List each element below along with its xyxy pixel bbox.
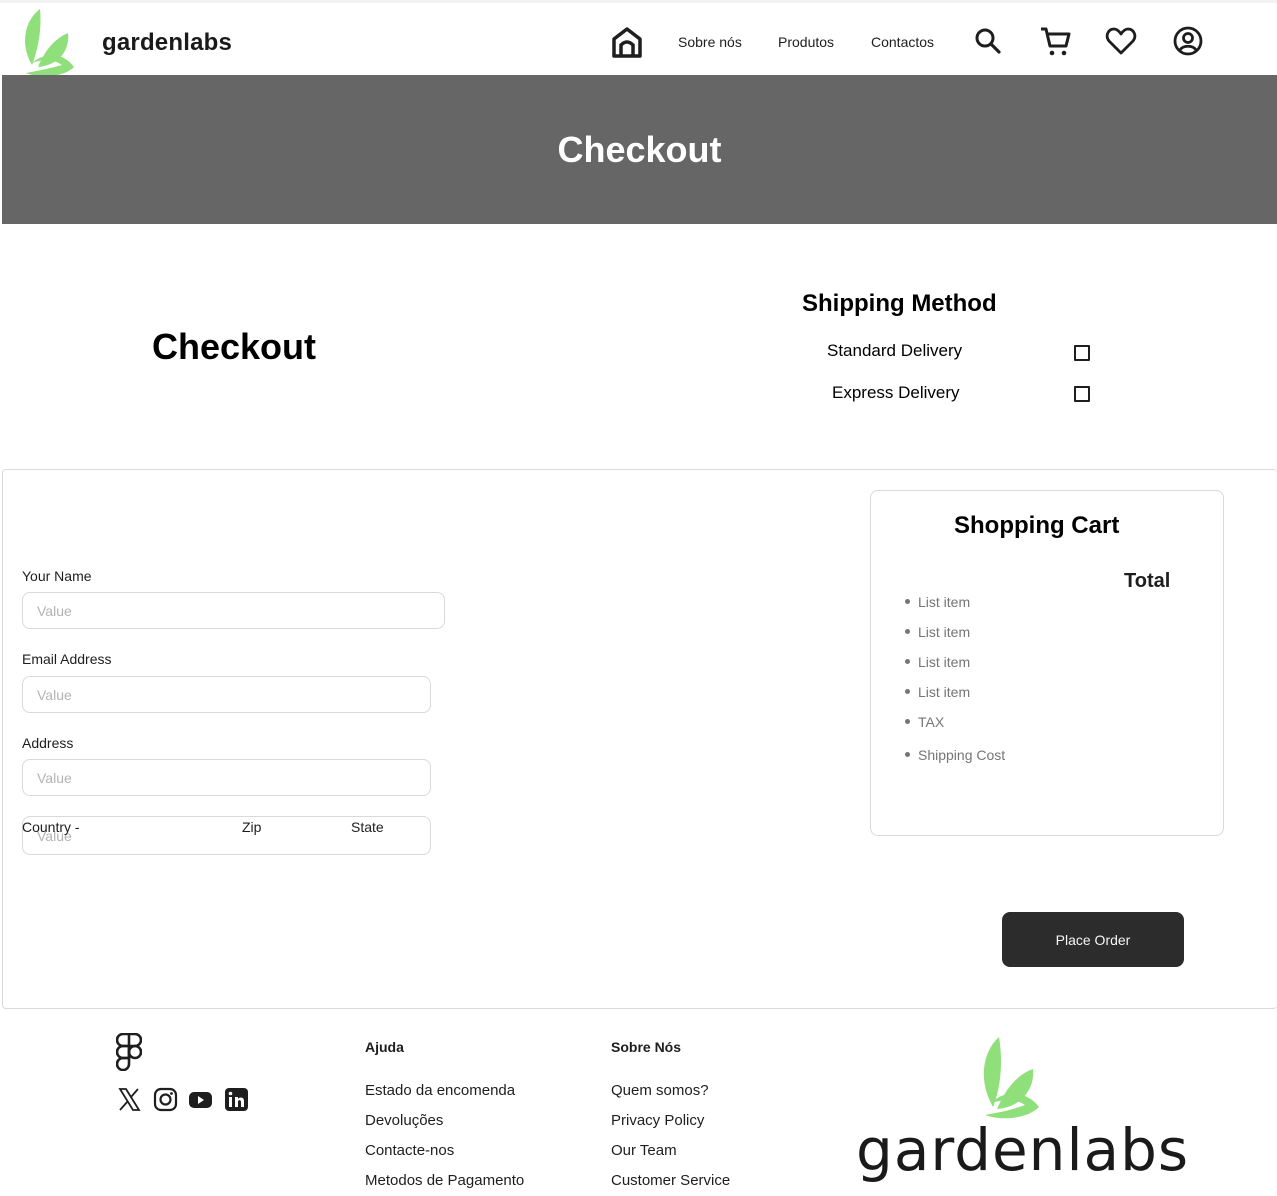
express-delivery-label: Express Delivery xyxy=(832,383,960,402)
footer-link-returns[interactable]: Devoluções xyxy=(365,1112,443,1129)
figma-icon xyxy=(116,1033,142,1071)
footer-link-contact[interactable]: Contacte-nos xyxy=(365,1142,454,1159)
footer-link-order-status[interactable]: Estado da encomenda xyxy=(365,1082,515,1099)
cart-item-label: List item xyxy=(918,594,971,610)
cart-item-label: List item xyxy=(918,654,971,670)
nav-produtos[interactable]: Produtos xyxy=(778,34,834,50)
account-icon[interactable] xyxy=(1172,25,1204,57)
cart-list-item: TAX xyxy=(905,714,944,730)
footer-link-payment-methods[interactable]: Metodos de Pagamento xyxy=(365,1172,524,1189)
nav-sobre-nos[interactable]: Sobre nós xyxy=(678,34,742,50)
footer-link-our-team[interactable]: Our Team xyxy=(611,1142,677,1159)
footer-link-customer-service[interactable]: Customer Service xyxy=(611,1172,730,1189)
cart-list-item: Shipping Cost xyxy=(905,747,1005,763)
shopping-cart-title: Shopping Cart xyxy=(954,512,1120,539)
linkedin-icon[interactable] xyxy=(224,1087,249,1112)
cart-list-item: List item xyxy=(905,684,970,700)
bullet-icon xyxy=(905,751,910,757)
name-input[interactable] xyxy=(22,592,445,629)
footer-brand-name: gardenlabs xyxy=(856,1116,1190,1184)
hero-title: Checkout xyxy=(557,129,722,170)
email-label: Email Address xyxy=(22,651,112,667)
footer-help-title: Ajuda xyxy=(365,1039,404,1055)
youtube-icon[interactable] xyxy=(188,1087,213,1112)
place-order-button[interactable]: Place Order xyxy=(1002,912,1184,967)
country-label: Country - xyxy=(22,819,80,835)
cart-list-item: List item xyxy=(905,624,970,640)
standard-delivery-checkbox[interactable] xyxy=(1074,345,1090,361)
bullet-icon xyxy=(905,658,910,664)
bullet-icon xyxy=(905,688,910,694)
footer-link-who-we-are[interactable]: Quem somos? xyxy=(611,1082,709,1099)
address-label: Address xyxy=(22,735,74,751)
instagram-icon[interactable] xyxy=(153,1087,178,1112)
x-icon[interactable] xyxy=(117,1087,142,1112)
address-input[interactable] xyxy=(22,759,431,796)
footer-leaf-logo-icon xyxy=(983,1037,1039,1119)
home-icon[interactable] xyxy=(609,24,645,60)
express-delivery-checkbox[interactable] xyxy=(1074,386,1090,402)
state-label: State xyxy=(351,819,384,835)
bullet-icon xyxy=(905,628,910,634)
cart-total-label: Total xyxy=(1124,570,1171,592)
page-title: Checkout xyxy=(152,326,317,367)
zip-label: Zip xyxy=(242,819,262,835)
footer-link-privacy-policy[interactable]: Privacy Policy xyxy=(611,1112,704,1129)
cart-item-label: List item xyxy=(918,624,971,640)
footer-about-title: Sobre Nós xyxy=(611,1039,682,1055)
cart-item-label: TAX xyxy=(918,714,945,730)
email-input[interactable] xyxy=(22,676,431,713)
heart-icon[interactable] xyxy=(1105,25,1137,57)
standard-delivery-label: Standard Delivery xyxy=(827,341,963,360)
search-icon[interactable] xyxy=(972,25,1004,57)
bullet-icon xyxy=(905,598,910,604)
cart-list-item: List item xyxy=(905,654,970,670)
hero-banner: Checkout xyxy=(2,75,1277,224)
nav-contactos[interactable]: Contactos xyxy=(871,34,934,50)
name-label: Your Name xyxy=(22,568,92,584)
leaf-logo-icon[interactable] xyxy=(18,7,76,77)
cart-icon[interactable] xyxy=(1039,25,1071,57)
cart-item-label: Shipping Cost xyxy=(918,747,1006,763)
site-header: gardenlabs Sobre nós Produtos Contactos xyxy=(0,0,1277,77)
shipping-method-title: Shipping Method xyxy=(802,290,997,317)
brand-name[interactable]: gardenlabs xyxy=(102,29,232,57)
cart-item-label: List item xyxy=(918,684,971,700)
bullet-icon xyxy=(905,718,910,724)
cart-list-item: List item xyxy=(905,594,970,610)
